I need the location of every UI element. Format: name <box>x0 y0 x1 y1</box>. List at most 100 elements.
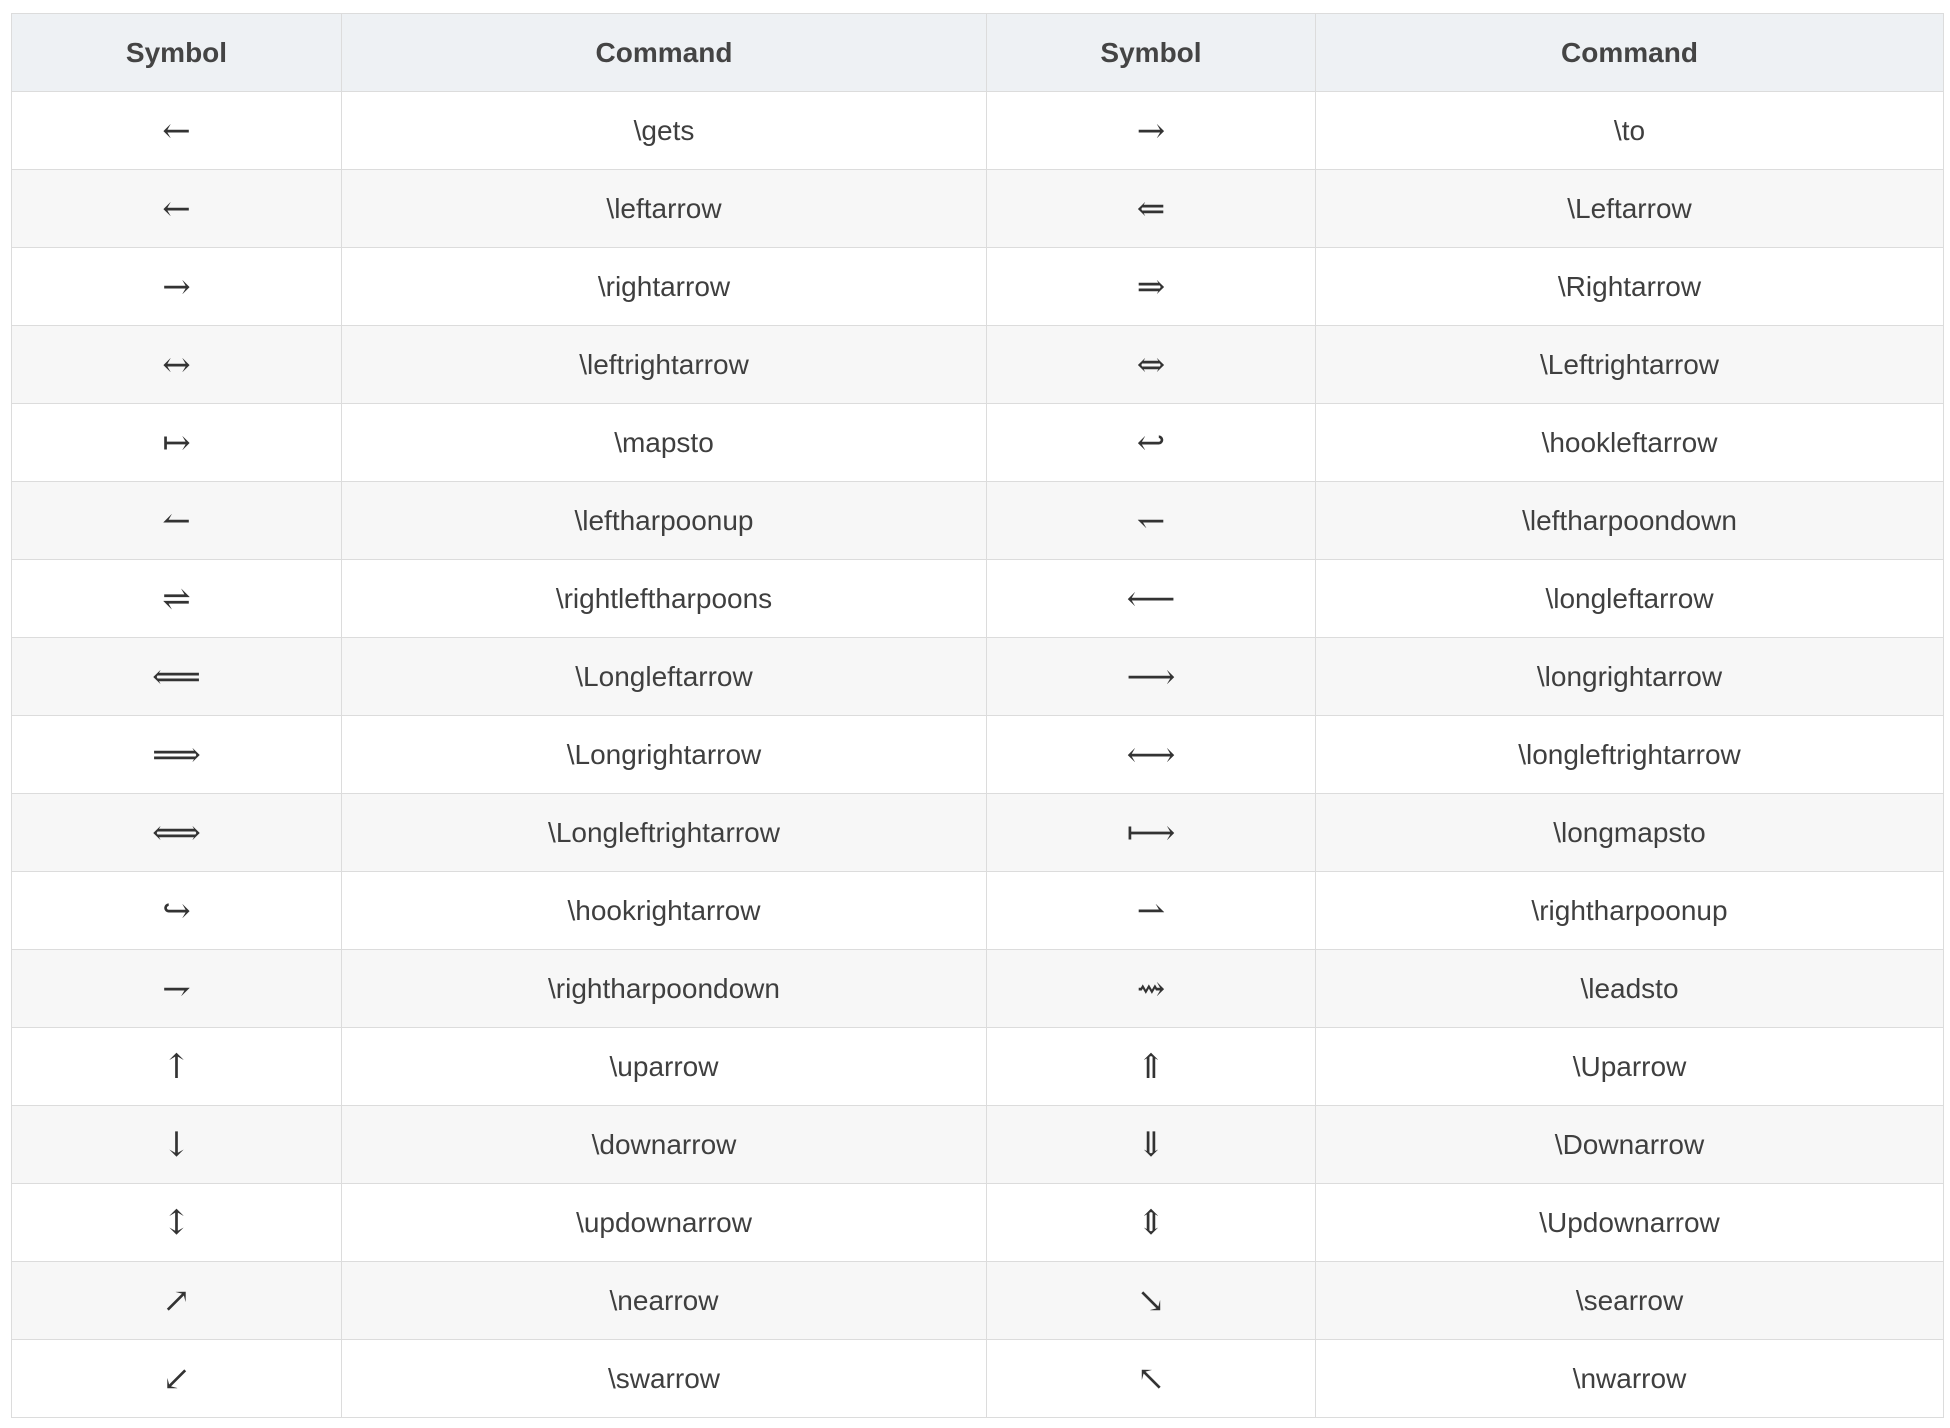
command-cell-right: \leftharpoondown <box>1315 481 1944 560</box>
longrightarrow-icon: ⟶ <box>1126 656 1176 697</box>
double-longleftrightarrow-icon: ⟺ <box>152 812 201 853</box>
symbol-cell-left: ↕ <box>11 1183 342 1262</box>
nearrow-icon: ↗ <box>162 1280 191 1321</box>
command-cell-right: \nwarrow <box>1315 1339 1944 1418</box>
symbol-cell-left: ← <box>11 91 342 170</box>
rightleftharpoons-icon: ⇌ <box>162 578 191 619</box>
table-row: ↗ \nearrow ↘ \searrow <box>11 1261 1944 1340</box>
command-cell-right: \hookleftarrow <box>1315 403 1944 482</box>
double-leftrightarrow-icon: ⇔ <box>1136 344 1166 385</box>
nwarrow-icon: ↖ <box>1136 1358 1166 1399</box>
longmapsto-icon: ⟼ <box>1126 812 1176 853</box>
rightharpoondown-icon: ⇁ <box>162 968 191 1009</box>
header-symbol-right: Symbol <box>986 13 1316 92</box>
longleftrightarrow-icon: ⟷ <box>1126 734 1176 775</box>
command-cell-right: \searrow <box>1315 1261 1944 1340</box>
command-cell-left: \downarrow <box>341 1105 987 1184</box>
table-row: ← \gets → \to <box>11 91 1944 170</box>
symbol-cell-left: → <box>11 247 342 326</box>
symbol-cell-right: ⇓ <box>986 1105 1316 1184</box>
symbol-cell-left: ↑ <box>11 1027 342 1106</box>
updownarrow-icon: ↕ <box>162 1202 191 1243</box>
longleftarrow-icon: ⟵ <box>1126 578 1176 619</box>
rightharpoonup-icon: ⇀ <box>1136 890 1166 931</box>
symbol-cell-left: ↓ <box>11 1105 342 1184</box>
rightarrow-icon: → <box>162 266 191 307</box>
command-cell-right: \to <box>1315 91 1944 170</box>
double-leftarrow-icon: ⇐ <box>1136 188 1166 229</box>
double-longrightarrow-icon: ⟹ <box>152 734 201 775</box>
header-symbol-left: Symbol <box>11 13 342 92</box>
symbol-cell-right: ⇕ <box>986 1183 1316 1262</box>
command-cell-left: \Longleftarrow <box>341 637 987 716</box>
command-cell-right: \Leftrightarrow <box>1315 325 1944 404</box>
symbol-cell-left: ⟸ <box>11 637 342 716</box>
searrow-icon: ↘ <box>1136 1280 1166 1321</box>
table-row: ↔ \leftrightarrow ⇔ \Leftrightarrow <box>11 325 1944 404</box>
command-cell-left: \Longleftrightarrow <box>341 793 987 872</box>
command-cell-left: \nearrow <box>341 1261 987 1340</box>
table-row: ⇌ \rightleftharpoons ⟵ \longleftarrow <box>11 559 1944 638</box>
table-row: ⟹ \Longrightarrow ⟷ \longleftrightarrow <box>11 715 1944 794</box>
command-cell-left: \leftarrow <box>341 169 987 248</box>
symbol-cell-right: ⟷ <box>986 715 1316 794</box>
swarrow-icon: ↙ <box>162 1358 191 1399</box>
leftrightarrow-icon: ↔ <box>162 344 191 385</box>
symbol-cell-right: ⇑ <box>986 1027 1316 1106</box>
table-row: ⇁ \rightharpoondown ⇝ \leadsto <box>11 949 1944 1028</box>
symbol-cell-right: ⇔ <box>986 325 1316 404</box>
symbol-cell-right: ↘ <box>986 1261 1316 1340</box>
symbol-cell-left: ⇁ <box>11 949 342 1028</box>
table-row: ↙ \swarrow ↖ \nwarrow <box>11 1339 1944 1418</box>
symbol-cell-right: → <box>986 91 1316 170</box>
symbol-cell-left: ↗ <box>11 1261 342 1340</box>
command-cell-left: \gets <box>341 91 987 170</box>
command-cell-left: \updownarrow <box>341 1183 987 1262</box>
command-cell-right: \Downarrow <box>1315 1105 1944 1184</box>
command-cell-left: \rightleftharpoons <box>341 559 987 638</box>
command-cell-left: \uparrow <box>341 1027 987 1106</box>
uparrow-icon: ↑ <box>162 1046 191 1087</box>
command-cell-right: \leadsto <box>1315 949 1944 1028</box>
double-rightarrow-icon: ⇒ <box>1136 266 1166 307</box>
command-cell-right: \rightharpoonup <box>1315 871 1944 950</box>
command-cell-left: \hookrightarrow <box>341 871 987 950</box>
symbol-cell-left: ↦ <box>11 403 342 482</box>
symbol-cell-right: ⟵ <box>986 559 1316 638</box>
arrow-symbols-table-container: Symbol Command Symbol Command ← \gets → \to… <box>11 13 1944 1418</box>
to-arrow-icon: → <box>1136 110 1166 151</box>
double-downarrow-icon: ⇓ <box>1136 1124 1166 1165</box>
mapsto-icon: ↦ <box>162 422 191 463</box>
command-cell-right: \longleftrightarrow <box>1315 715 1944 794</box>
command-cell-right: \Updownarrow <box>1315 1183 1944 1262</box>
command-cell-right: \Rightarrow <box>1315 247 1944 326</box>
symbol-cell-right: ↖ <box>986 1339 1316 1418</box>
double-longleftarrow-icon: ⟸ <box>152 656 201 697</box>
table-row: ↦ \mapsto ↩ \hookleftarrow <box>11 403 1944 482</box>
symbol-cell-right: ⇒ <box>986 247 1316 326</box>
symbol-cell-left: ↼ <box>11 481 342 560</box>
table-body: ← \gets → \to ← \leftarrow ⇐ \Leftarrow → \righta… <box>11 91 1944 1418</box>
command-cell-right: \longleftarrow <box>1315 559 1944 638</box>
table-row: ↓ \downarrow ⇓ \Downarrow <box>11 1105 1944 1184</box>
symbol-cell-left: ⟹ <box>11 715 342 794</box>
double-updownarrow-icon: ⇕ <box>1136 1202 1166 1243</box>
hookleftarrow-icon: ↩ <box>1136 422 1166 463</box>
symbol-cell-right: ⟶ <box>986 637 1316 716</box>
command-cell-left: \rightarrow <box>341 247 987 326</box>
table-row: ⟸ \Longleftarrow ⟶ \longrightarrow <box>11 637 1944 716</box>
table-header: Symbol Command Symbol Command <box>11 13 1944 92</box>
table-row: ↼ \leftharpoonup ↽ \leftharpoondown <box>11 481 1944 560</box>
hookrightarrow-icon: ↪ <box>162 890 191 931</box>
table-row: ← \leftarrow ⇐ \Leftarrow <box>11 169 1944 248</box>
command-cell-right: \longmapsto <box>1315 793 1944 872</box>
table-row: ↪ \hookrightarrow ⇀ \rightharpoonup <box>11 871 1944 950</box>
table-row: ↕ \updownarrow ⇕ \Updownarrow <box>11 1183 1944 1262</box>
leadsto-icon: ⇝ <box>1136 968 1166 1009</box>
arrow-symbols-table: Symbol Command Symbol Command ← \gets → \to… <box>11 13 1944 1418</box>
leftarrow-icon: ← <box>162 188 191 229</box>
symbol-cell-right: ↽ <box>986 481 1316 560</box>
symbol-cell-left: ⟺ <box>11 793 342 872</box>
command-cell-left: \rightharpoondown <box>341 949 987 1028</box>
command-cell-left: \mapsto <box>341 403 987 482</box>
